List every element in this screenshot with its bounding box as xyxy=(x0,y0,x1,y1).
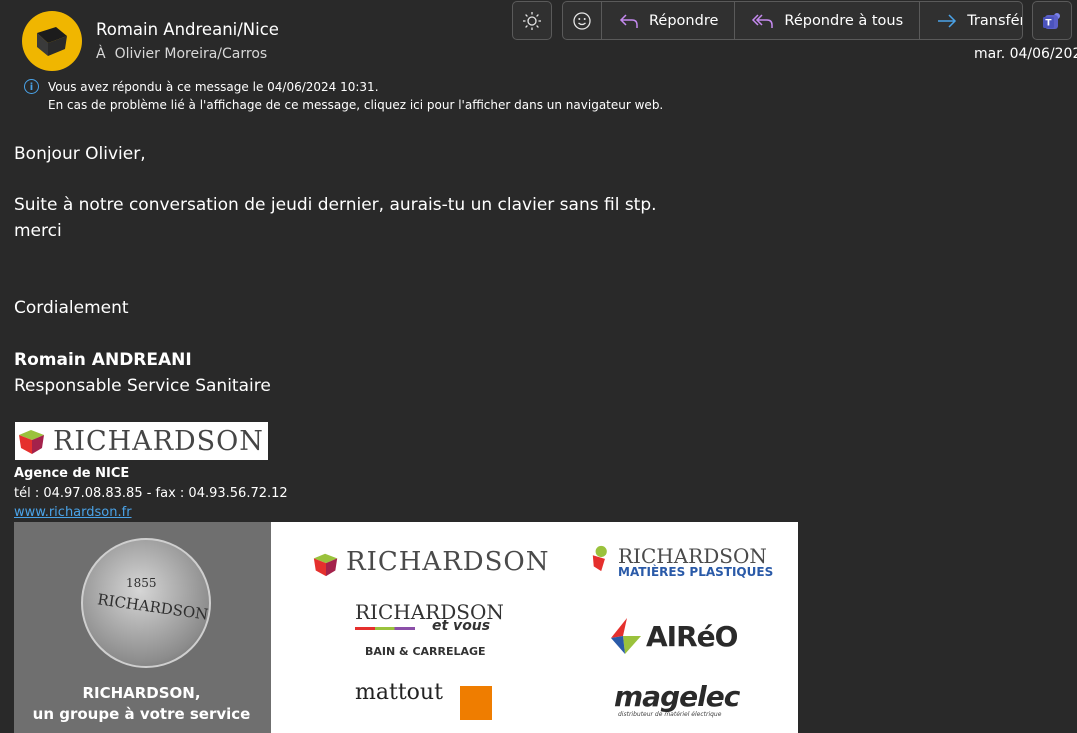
recipient-name[interactable]: Olivier Moreira/Carros xyxy=(115,46,268,62)
plastiques-logo-icon xyxy=(592,545,607,572)
mattout-square-icon xyxy=(460,686,492,720)
website-link[interactable]: www.richardson.fr xyxy=(14,505,132,520)
body-line-1: Suite à notre conversation de jeudi dern… xyxy=(14,195,657,215)
teams-icon: T xyxy=(1033,2,1071,39)
banner-caption-line-1: RICHARDSON, xyxy=(82,684,201,702)
richardson-brand-cube-icon xyxy=(313,553,338,577)
brand-etvous-tag: BAIN & CARRELAGE xyxy=(365,645,486,658)
message-action-bar: Répondre Répondre à tous Transférer xyxy=(562,1,1023,40)
reply-button[interactable]: Répondre xyxy=(601,2,734,39)
richardson-logo-text: RICHARDSON xyxy=(53,425,264,457)
brand-mattout: mattout xyxy=(355,680,443,705)
medallion-name: RICHARDSON xyxy=(96,590,210,624)
sender-name[interactable]: Romain Andreani/Nice xyxy=(96,20,279,39)
contact-numbers: tél : 04.97.08.83.85 - fax : 04.93.56.72… xyxy=(14,486,288,501)
banner-left-panel: 1855 RICHARDSON RICHARDSON, un groupe à … xyxy=(14,522,269,733)
brand-magelec: magelec xyxy=(614,680,740,713)
forward-label: Transférer xyxy=(967,12,1022,29)
teams-button[interactable]: T xyxy=(1032,1,1072,40)
banner-divider xyxy=(269,522,279,733)
reply-all-icon xyxy=(752,13,774,28)
recipient-line: À Olivier Moreira/Carros xyxy=(96,46,267,62)
brand-richardson: RICHARDSON xyxy=(346,547,550,577)
smiley-icon xyxy=(573,11,591,30)
brand-magelec-sub: distributeur de matériel électrique xyxy=(618,711,722,718)
sender-avatar[interactable] xyxy=(22,11,82,71)
forward-arrow-icon xyxy=(938,13,957,28)
brand-plastiques-sub: MATIÈRES PLASTIQUES xyxy=(618,565,774,579)
signature-name: Romain ANDREANI xyxy=(14,350,192,370)
banner-caption-line-2: un groupe à votre service xyxy=(32,705,251,723)
reply-all-label: Répondre à tous xyxy=(784,12,904,29)
aireo-logo-icon xyxy=(611,618,641,654)
emoji-reaction-button[interactable] xyxy=(563,2,601,39)
reply-all-button[interactable]: Répondre à tous xyxy=(734,2,919,39)
closing: Cordialement xyxy=(14,298,129,318)
reply-icon xyxy=(619,13,638,28)
etvous-color-bar xyxy=(355,627,415,630)
brand-aireo: AIRéO xyxy=(646,620,738,653)
heritage-medallion: 1855 RICHARDSON xyxy=(81,538,211,668)
forward-button[interactable]: Transférer xyxy=(919,2,1022,39)
reply-label: Répondre xyxy=(649,12,719,29)
sun-icon xyxy=(513,2,551,39)
signature-job-title: Responsable Service Sanitaire xyxy=(14,376,271,396)
medallion-year: 1855 xyxy=(126,576,157,590)
svg-text:T: T xyxy=(1045,18,1052,28)
sender-logo-icon xyxy=(37,27,67,56)
brightness-button[interactable] xyxy=(512,1,552,40)
signature-banner: 1855 RICHARDSON RICHARDSON, un groupe à … xyxy=(14,522,798,733)
agency-name: Agence de NICE xyxy=(14,466,130,481)
info-icon: i xyxy=(24,79,39,94)
richardson-cube-icon xyxy=(19,430,44,454)
greeting: Bonjour Olivier, xyxy=(14,144,146,164)
to-prefix: À xyxy=(96,46,106,62)
body-line-2: merci xyxy=(14,221,62,241)
browser-view-link[interactable]: En cas de problème lié à l'affichage de … xyxy=(48,96,663,114)
richardson-logo: RICHARDSON xyxy=(15,422,268,460)
brand-etvous-sub: et vous xyxy=(432,618,491,634)
replied-notice: Vous avez répondu à ce message le 04/06/… xyxy=(48,80,379,94)
message-date: mar. 04/06/2024 xyxy=(974,46,1077,62)
